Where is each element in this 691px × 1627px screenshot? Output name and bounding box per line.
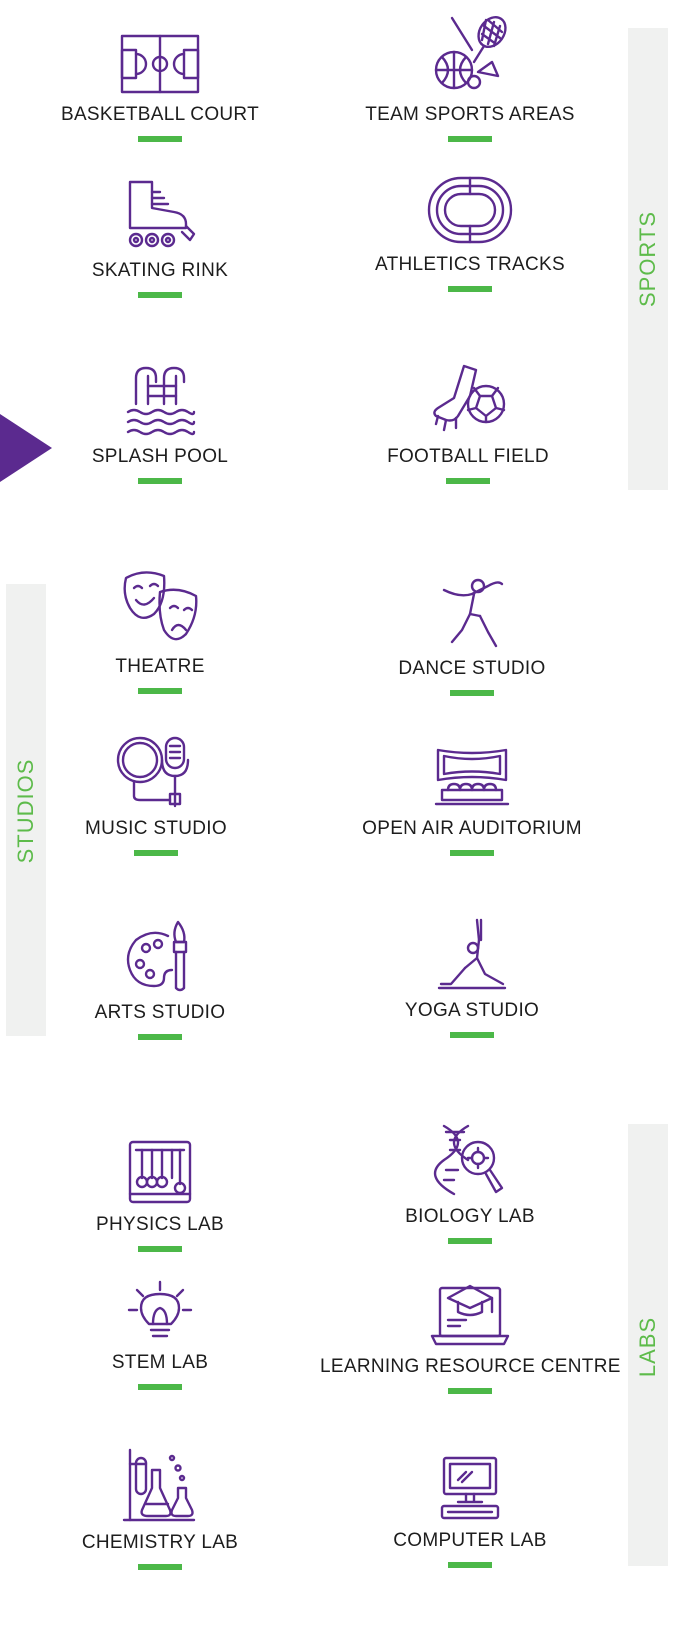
accent-bar	[138, 1564, 182, 1570]
facility-label: STEM LAB	[111, 1352, 209, 1373]
facility-open-air-auditorium: OPEN AIR AUDITORIUM	[322, 744, 622, 856]
dna-magnifier-icon	[433, 1124, 504, 1196]
facility-label: DANCE STUDIO	[398, 658, 546, 679]
accent-bar	[450, 850, 494, 856]
facility-label: BASKETBALL COURT	[60, 104, 260, 125]
facility-physics-lab: PHYSICS LAB	[10, 1138, 310, 1252]
facility-dance-studio: DANCE STUDIO	[322, 576, 622, 696]
facility-arts-studio: ARTS STUDIO	[10, 918, 310, 1040]
roller-skate-icon	[128, 180, 196, 248]
facility-label: FOOTBALL FIELD	[387, 446, 549, 467]
accent-bar	[448, 1562, 492, 1568]
accent-bar	[448, 286, 492, 292]
facility-label: TEAM SPORTS AREAS	[365, 104, 575, 125]
yoga-pose-icon	[437, 918, 507, 990]
sports-equipment-icon	[434, 15, 507, 90]
facility-team-sports-areas: TEAM SPORTS AREAS	[320, 10, 620, 142]
facility-label: SPLASH POOL	[91, 446, 229, 467]
accent-bar	[450, 1032, 494, 1038]
accent-bar	[138, 292, 182, 298]
facility-label: BIOLOGY LAB	[405, 1206, 535, 1227]
facility-label: COMPUTER LAB	[393, 1530, 547, 1551]
accent-bar	[134, 850, 178, 856]
facility-learning-resource-centre: LEARNING RESOURCE CENTRE	[320, 1272, 620, 1394]
football-kick-icon	[433, 364, 506, 432]
facility-athletics-tracks: ATHLETICS TRACKS	[320, 174, 620, 292]
facility-basketball-court: BASKETBALL COURT	[10, 32, 310, 142]
facility-skating-rink: SKATING RINK	[10, 178, 310, 298]
facility-splash-pool: SPLASH POOL	[10, 364, 310, 484]
lab-flasks-icon	[122, 1448, 196, 1522]
dancer-icon	[442, 578, 504, 648]
accent-bar	[448, 1238, 492, 1244]
facility-label: CHEMISTRY LAB	[81, 1532, 239, 1553]
labs-band: LABS	[628, 1124, 668, 1566]
facility-music-studio: MUSIC STUDIO	[6, 734, 306, 856]
facility-label: OPEN AIR AUDITORIUM	[362, 818, 582, 839]
facility-stem-lab: STEM LAB	[10, 1280, 310, 1390]
accent-bar	[450, 690, 494, 696]
auditorium-icon	[434, 748, 510, 806]
theatre-masks-icon	[123, 571, 198, 641]
facility-label: THEATRE	[115, 656, 205, 677]
labs-section-label: LABS	[635, 1316, 660, 1378]
facility-football-field: FOOTBALL FIELD	[318, 362, 618, 484]
facility-computer-lab: COMPUTER LAB	[320, 1454, 620, 1568]
facility-label: YOGA STUDIO	[404, 1000, 540, 1021]
facility-label: MUSIC STUDIO	[85, 818, 227, 839]
facility-label: LEARNING RESOURCE CENTRE	[320, 1356, 621, 1377]
facility-theatre: THEATRE	[10, 568, 310, 694]
desktop-computer-icon	[440, 1456, 500, 1520]
accent-bar	[138, 1384, 182, 1390]
sports-section-label: SPORTS	[635, 210, 660, 308]
accent-bar	[138, 136, 182, 142]
paint-palette-icon	[126, 920, 188, 992]
facility-biology-lab: BIOLOGY LAB	[320, 1122, 620, 1244]
laptop-graduation-icon	[430, 1284, 510, 1346]
facility-yoga-studio: YOGA STUDIO	[322, 918, 622, 1038]
basketball-court-icon	[120, 34, 200, 94]
accent-bar	[138, 478, 182, 484]
sports-band: SPORTS	[628, 28, 668, 490]
microphone-icon	[116, 736, 190, 808]
pool-ladder-icon	[126, 366, 196, 436]
accent-bar	[448, 136, 492, 142]
accent-bar	[138, 688, 182, 694]
facility-label: PHYSICS LAB	[96, 1214, 224, 1235]
accent-bar	[448, 1388, 492, 1394]
accent-bar	[446, 478, 490, 484]
facility-label: ATHLETICS TRACKS	[375, 254, 565, 275]
light-bulb-icon	[127, 1280, 193, 1338]
facility-chemistry-lab: CHEMISTRY LAB	[10, 1448, 310, 1570]
running-track-icon	[427, 176, 513, 244]
facility-label: SKATING RINK	[91, 260, 229, 281]
facility-label: ARTS STUDIO	[94, 1002, 226, 1023]
newtons-cradle-icon	[128, 1140, 192, 1204]
accent-bar	[138, 1034, 182, 1040]
accent-bar	[138, 1246, 182, 1252]
